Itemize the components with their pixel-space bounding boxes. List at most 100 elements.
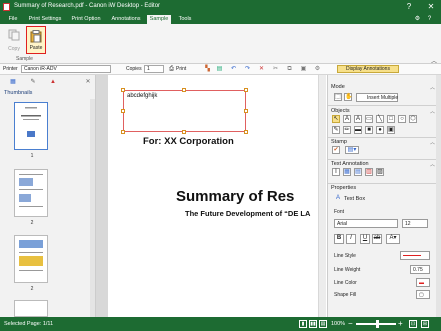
close-button[interactable]: ✕	[421, 0, 441, 14]
tab-tools[interactable]: Tools	[174, 15, 196, 24]
italic-button[interactable]: I	[346, 234, 356, 244]
zoom-out-icon[interactable]: −	[348, 319, 353, 328]
collapse-objects-icon[interactable]: ︿	[430, 108, 435, 115]
font-size-select[interactable]: 12	[402, 219, 428, 228]
highlighter-icon[interactable]: ▬	[354, 126, 362, 134]
thumbnail-number: 2	[30, 220, 34, 226]
image-tool-icon[interactable]: ▣	[387, 126, 395, 134]
copy-small-icon[interactable]: ⧉	[286, 66, 293, 73]
copies-stepper[interactable]: 1	[144, 65, 164, 73]
collapse-text-annotation-icon[interactable]: ︿	[430, 161, 435, 168]
fit-width-icon[interactable]: ⊞	[421, 320, 429, 328]
delete-icon[interactable]: ✕	[258, 66, 265, 73]
tab-print-settings[interactable]: Print Settings	[26, 15, 64, 24]
printer-select[interactable]: Canon iR-ADV	[21, 65, 111, 73]
tab-print-option[interactable]: Print Option	[68, 15, 104, 24]
resize-handle[interactable]	[182, 88, 186, 92]
pen-tool-icon[interactable]: ✏	[343, 126, 351, 134]
hand-mode-icon[interactable]: ✋	[344, 93, 352, 101]
close-panel-icon[interactable]: ✕	[85, 79, 91, 85]
text-ann-icon-4[interactable]: ▥	[365, 168, 373, 176]
ellipse-tool-icon[interactable]: ○	[398, 115, 406, 123]
resize-handle[interactable]	[121, 88, 125, 92]
tab-annotations[interactable]: Annotations	[108, 15, 144, 24]
resize-handle[interactable]	[182, 130, 186, 134]
text-ann-icon-3[interactable]: ▤	[354, 168, 362, 176]
settings-icon[interactable]: ⚙	[413, 15, 422, 23]
thumbnail-page-4[interactable]	[14, 300, 48, 317]
polygon-tool-icon[interactable]: ⬡	[409, 115, 417, 123]
paste-button[interactable]: Paste	[26, 26, 46, 54]
marker-tool-icon[interactable]: ✎	[332, 126, 340, 134]
underline-button[interactable]: U	[360, 234, 370, 244]
filled-rect-icon[interactable]: ■	[365, 126, 373, 134]
bookmarks-tab-icon[interactable]: ▲	[50, 79, 56, 85]
resize-handle[interactable]	[244, 88, 248, 92]
collapse-stamp-icon[interactable]: ︿	[430, 139, 435, 146]
line-color-button[interactable]: ▬	[416, 278, 430, 287]
annotations-tab-icon[interactable]: ✎	[30, 79, 36, 85]
resize-handle[interactable]	[244, 130, 248, 134]
help-button[interactable]: ?	[399, 0, 419, 14]
thumbnail-page-3[interactable]	[14, 235, 48, 283]
copy-button[interactable]: Copy	[4, 26, 24, 54]
font-select[interactable]: Arial	[334, 219, 398, 228]
strikethrough-button[interactable]: ab	[372, 234, 382, 244]
tool-icon-1[interactable]: ▚	[204, 66, 211, 73]
collapse-mode-icon[interactable]: ︿	[430, 84, 435, 91]
bold-button[interactable]: B	[334, 234, 344, 244]
two-page-view-icon[interactable]: ▮▮	[309, 320, 317, 328]
tool-icon-2[interactable]: ▤	[216, 66, 223, 73]
fit-page-icon[interactable]: ⊡	[409, 320, 417, 328]
thumbnail-number: 1	[30, 153, 34, 159]
pointer-tool-icon[interactable]: ↖	[332, 115, 340, 123]
tab-file[interactable]: File	[6, 15, 20, 24]
text-box-annotation[interactable]: abcdefghijk	[121, 88, 248, 134]
insert-multiple-button[interactable]: Insert Multiple	[356, 93, 398, 102]
sticky-note-icon[interactable]: ▭	[365, 115, 373, 123]
thumbnail-page-2[interactable]	[14, 169, 48, 217]
resize-handle[interactable]	[244, 109, 248, 113]
properties-scrollbar[interactable]	[436, 75, 441, 317]
cut-icon[interactable]: ✂	[272, 66, 279, 73]
text-box-tool-icon[interactable]: A	[354, 115, 362, 123]
line-weight-input[interactable]: 0.75	[410, 265, 430, 274]
shape-fill-button[interactable]: ▢	[416, 290, 430, 299]
print-icon[interactable]: ⎙	[168, 66, 175, 73]
thumbnail-page-1[interactable]	[14, 102, 48, 150]
select-mode-icon[interactable]: ⬚	[334, 93, 342, 101]
redo-icon[interactable]: ↷	[244, 66, 251, 73]
font-color-button[interactable]: A▾	[386, 234, 400, 244]
continuous-view-icon[interactable]: ▤	[319, 320, 327, 328]
thumbnails-tab-icon[interactable]: ▦	[10, 79, 16, 85]
document-scrollbar[interactable]	[318, 75, 326, 317]
help-circle-icon[interactable]: ?	[425, 15, 434, 23]
divider	[328, 183, 438, 184]
text-ann-icon-5[interactable]: ▨	[376, 168, 384, 176]
resize-handle[interactable]	[121, 109, 125, 113]
zoom-in-icon[interactable]: +	[398, 319, 403, 328]
resize-handle[interactable]	[121, 130, 125, 134]
line-style-select[interactable]	[400, 251, 430, 260]
text-ann-icon-2[interactable]: ▦	[343, 168, 351, 176]
paste-small-icon[interactable]: ▣	[300, 66, 307, 73]
text-ann-icon-1[interactable]: I	[332, 168, 340, 176]
display-annotations-button[interactable]: Display Annotations	[337, 65, 399, 73]
stamp-select-icon[interactable]: ▤▾	[345, 146, 359, 154]
tab-sample[interactable]: Sample	[147, 15, 171, 24]
paste-icon	[30, 30, 42, 43]
undo-icon[interactable]: ↶	[230, 66, 237, 73]
single-page-view-icon[interactable]: ▮	[299, 320, 307, 328]
thumbnails-scrollbar[interactable]	[90, 99, 95, 317]
text-tool-icon[interactable]: A	[343, 115, 351, 123]
rectangle-tool-icon[interactable]: □	[387, 115, 395, 123]
settings-small-icon[interactable]: ⚙	[314, 66, 321, 73]
filled-ellipse-icon[interactable]: ●	[376, 126, 384, 134]
stamp-tool-icon[interactable]: ✔	[332, 146, 340, 154]
zoom-slider-knob[interactable]	[376, 320, 379, 328]
print-button[interactable]: Print	[176, 66, 186, 72]
line-tool-icon[interactable]: ╲	[376, 115, 384, 123]
copy-label: Copy	[8, 46, 20, 52]
paste-label: Paste	[29, 45, 43, 51]
document-title: Summary of Res	[176, 188, 295, 205]
